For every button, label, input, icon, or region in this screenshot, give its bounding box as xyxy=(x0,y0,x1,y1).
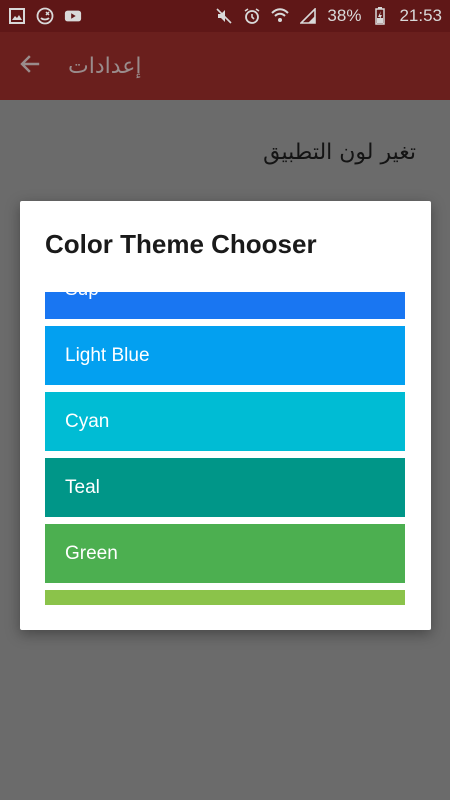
youtube-icon xyxy=(64,7,82,25)
app-bar: إعدادات xyxy=(0,32,450,100)
color-item-label: Green xyxy=(65,542,118,564)
status-time: 21:53 xyxy=(399,6,442,25)
battery-percentage: 38% xyxy=(327,6,362,25)
color-item-teal[interactable]: Teal xyxy=(45,458,405,517)
image-icon xyxy=(8,7,26,25)
dialog-title: Color Theme Chooser xyxy=(45,229,317,259)
alarm-icon xyxy=(243,7,261,25)
battery-charging-icon xyxy=(371,7,389,25)
app-bar-title: إعدادات xyxy=(68,53,142,79)
arrow-back-icon xyxy=(18,52,42,80)
wifi-icon xyxy=(271,7,290,25)
color-item-sup[interactable]: Sup xyxy=(45,292,405,319)
color-item-green[interactable]: Green xyxy=(45,524,405,583)
color-item-label: Teal xyxy=(65,476,100,498)
signal-icon xyxy=(299,7,317,25)
color-item-label: Cyan xyxy=(65,410,110,432)
status-bar: 38% 21:53 xyxy=(0,0,450,32)
color-item-cyan[interactable]: Cyan xyxy=(45,392,405,451)
missed-call-icon xyxy=(36,7,54,25)
color-item-label: Sup xyxy=(65,292,99,301)
color-theme-dialog: Color Theme Chooser Sup Light Blue Cyan … xyxy=(20,201,431,630)
color-item-light-green[interactable] xyxy=(45,590,405,605)
status-bar-right: 38% 21:53 xyxy=(215,6,442,26)
color-item-label: Light Blue xyxy=(65,344,150,366)
status-bar-left xyxy=(8,7,82,25)
color-item-light-blue[interactable]: Light Blue xyxy=(45,326,405,385)
app-color-setting[interactable]: تغير لون التطبيق xyxy=(263,140,416,165)
back-button[interactable] xyxy=(0,32,60,100)
mute-icon xyxy=(215,7,233,25)
color-list[interactable]: Sup Light Blue Cyan Teal Green xyxy=(45,292,406,605)
